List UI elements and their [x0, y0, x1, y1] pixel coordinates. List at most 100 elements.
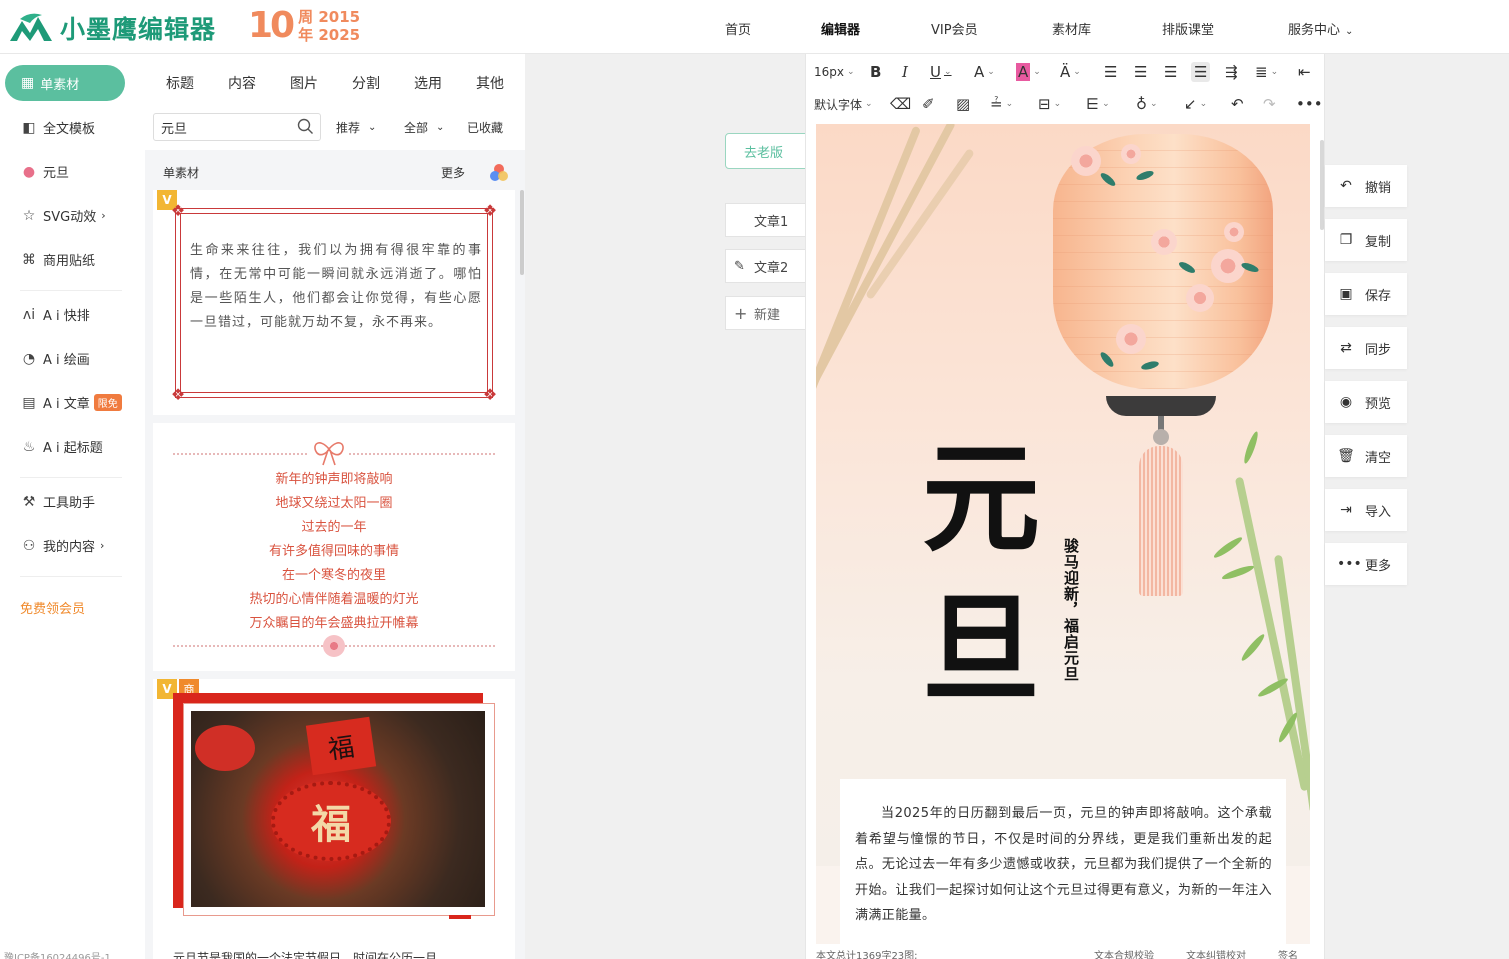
editor-status-bar: 本文总计1369字23图; 文本合规校验 文本纠错校对 签名: [806, 947, 1326, 959]
italic-icon[interactable]: I: [902, 62, 908, 82]
search-input[interactable]: 元旦: [153, 113, 321, 141]
underline-icon[interactable]: U ⌄: [930, 62, 952, 82]
align-justify-icon[interactable]: ☰: [1191, 62, 1211, 82]
save-button[interactable]: ▣ 保存: [1325, 273, 1407, 315]
tab-divider[interactable]: 分割: [352, 73, 380, 93]
font-color-icon[interactable]: A ⌄: [974, 62, 995, 82]
sidebar-item-yuandan[interactable]: ● 元旦: [20, 162, 69, 182]
arrow-icon[interactable]: ↙ ⌄: [1184, 94, 1207, 114]
align-left-icon[interactable]: ☰: [1104, 62, 1117, 82]
user-icon: ⚇: [22, 537, 36, 554]
anniversary-line-2: 年 2025: [298, 26, 361, 44]
sidebar-item-ai-draw[interactable]: ◔ A i 绘画: [20, 349, 90, 369]
more-icon: •••: [1337, 556, 1362, 572]
sidebar-item-ai-layout[interactable]: ʌi A i 快排: [20, 305, 90, 325]
filter-favorites[interactable]: 已收藏: [459, 113, 511, 141]
import-button[interactable]: ⇥ 导入: [1325, 489, 1407, 531]
align-center-icon[interactable]: ☰: [1134, 62, 1147, 82]
sidebar-item-svg[interactable]: ☆ SVG动效 ›: [20, 206, 106, 226]
eraser-icon[interactable]: ⌫: [890, 94, 911, 114]
panel-scrollbar[interactable]: [520, 190, 524, 275]
align-right-icon[interactable]: ☰: [1164, 62, 1177, 82]
compliance-check-link[interactable]: 文本合规校验: [1094, 947, 1154, 959]
icp-number[interactable]: 豫ICP备16024496号-1: [4, 949, 111, 959]
tab-title[interactable]: 标题: [166, 73, 194, 93]
clear-button[interactable]: 🗑 清空: [1325, 435, 1407, 477]
toolbar-row-2: 默认字体 ⌄ ⌫ ✐ ▨ ≟ ⌄ ⊟ ⌄ ⋿ ⌄ ♁ ⌄ ↙ ⌄ ↶ ↷ •••: [806, 88, 1326, 120]
nav-course[interactable]: 排版课堂: [1162, 19, 1214, 38]
bulb-icon[interactable]: ♁ ⌄: [1136, 94, 1158, 114]
top-navbar: 小墨鹰编辑器 10 周 2015 年 2025 首页 编辑器 VIP会员 素材库…: [0, 0, 1509, 54]
eagle-logo-icon: [10, 13, 52, 41]
tab-content[interactable]: 内容: [228, 73, 256, 93]
word-count: 本文总计1369字23图;: [816, 951, 918, 959]
tab-image[interactable]: 图片: [290, 73, 318, 93]
anniversary-number: 10: [248, 5, 295, 46]
more-button[interactable]: ••• 更多: [1325, 543, 1407, 585]
letter-spacing-icon[interactable]: Ä ⌄: [1060, 62, 1081, 82]
tab-other[interactable]: 其他: [476, 73, 504, 93]
undo-icon[interactable]: ↶: [1231, 94, 1244, 114]
new-article-button[interactable]: + 新建: [725, 296, 815, 330]
indent-icon[interactable]: ⇶: [1225, 62, 1238, 82]
copy-button[interactable]: ❐ 复制: [1325, 219, 1407, 261]
lantern-cap: [1106, 396, 1216, 416]
chevron-down-icon: ⌄: [865, 99, 873, 109]
lantern-illustration: 元旦 骏马迎新，福启元旦: [816, 124, 1310, 866]
redo-icon[interactable]: ↷: [1263, 94, 1276, 114]
nav-home[interactable]: 首页: [725, 19, 751, 38]
body-text-card[interactable]: 当2025年的日历翻到最后一页，元旦的钟声即将敲响。这个承载着希望与憧憬的节日，…: [840, 779, 1286, 944]
material-card[interactable]: 新年的钟声即将敲响 地球又绕过太阳一圈 过去的一年 有许多值得回味的事情 在一个…: [153, 423, 515, 671]
signature-select[interactable]: 签名: [1278, 947, 1298, 959]
chevron-down-icon: ⌄: [368, 121, 377, 133]
filter-all[interactable]: 全部 ⌄: [396, 113, 452, 141]
material-card[interactable]: V ❖ ❖ ❖ ❖ 生命来来往往，我们以为拥有得很牢靠的事情，在无常中可能一瞬间…: [153, 190, 515, 415]
filter-recommend[interactable]: 推荐 ⌄: [328, 113, 384, 141]
old-version-button[interactable]: 去老版: [725, 133, 815, 169]
more-icon[interactable]: •••: [1296, 94, 1323, 114]
line-height-icon[interactable]: ≣ ⌄: [1255, 62, 1278, 82]
free-vip-link[interactable]: 免费领会员: [20, 598, 85, 617]
undo-button[interactable]: ↶ 撤销: [1325, 165, 1407, 207]
more-link[interactable]: 更多: [441, 164, 465, 181]
sidebar-item-single-material[interactable]: ▦ 单素材: [5, 65, 125, 101]
editor-scrollbar[interactable]: [1320, 140, 1324, 230]
search-icon[interactable]: [297, 118, 314, 135]
article-tab-1[interactable]: 文章1: [725, 203, 815, 237]
format-brush-icon[interactable]: ✐: [922, 94, 935, 114]
corner-ornament-icon: ❖: [482, 201, 498, 220]
preview-button[interactable]: ◉ 预览: [1325, 381, 1407, 423]
font-size-select[interactable]: 16px ⌄: [814, 62, 855, 82]
editor-canvas[interactable]: 元旦 骏马迎新，福启元旦 当2025年的日历翻到最后一页，元旦的钟声即将敲响。这…: [816, 124, 1310, 944]
sidebar-item-tools[interactable]: ⚒ 工具助手: [20, 492, 95, 512]
margin-icon[interactable]: ⋿ ⌄: [1086, 94, 1110, 114]
color-dots-icon[interactable]: [488, 162, 510, 184]
nav-editor[interactable]: 编辑器: [821, 19, 860, 38]
highlight-color-icon[interactable]: A ⌄: [1016, 62, 1041, 82]
proofread-link[interactable]: 文本纠错校对: [1186, 947, 1246, 959]
teapot-image: [195, 725, 255, 771]
layout-icon: ◧: [22, 119, 36, 136]
sidebar-item-stickers[interactable]: ⌘ 商用贴纸: [20, 250, 95, 270]
nav-library[interactable]: 素材库: [1052, 19, 1091, 38]
tab-selected[interactable]: 选用: [414, 73, 442, 93]
sidebar-item-my-content[interactable]: ⚇ 我的内容 ›: [20, 536, 105, 556]
material-card[interactable]: V 商 福 福 元旦节是我国的一个法定节假日，时间在公历一月: [153, 679, 515, 959]
exit-icon[interactable]: ⇤: [1298, 62, 1311, 82]
paragraph-spacing-icon[interactable]: ≟ ⌄: [990, 94, 1013, 114]
sidebar-item-templates[interactable]: ◧ 全文模板: [20, 118, 95, 138]
poem-text: 新年的钟声即将敲响 地球又绕过太阳一圈 过去的一年 有许多值得回味的事情 在一个…: [249, 472, 419, 631]
sync-button[interactable]: ⇄ 同步: [1325, 327, 1407, 369]
image-icon[interactable]: ▨: [956, 94, 970, 114]
sidebar-item-ai-title[interactable]: ♨ A i 起标题: [20, 437, 103, 457]
logo[interactable]: 小墨鹰编辑器: [8, 10, 216, 46]
sidebar-divider: [20, 477, 122, 478]
font-family-select[interactable]: 默认字体 ⌄: [814, 94, 873, 114]
divider-icon[interactable]: ⊟ ⌄: [1038, 94, 1061, 114]
sidebar-item-ai-article[interactable]: ▤ A i 文章 限免: [20, 393, 122, 412]
blossom: [1186, 284, 1214, 312]
nav-vip[interactable]: VIP会员: [931, 19, 978, 38]
nav-service[interactable]: 服务中心 ⌄: [1288, 19, 1353, 38]
bold-icon[interactable]: B: [870, 62, 881, 82]
article-tab-2[interactable]: ✎ 文章2: [725, 249, 815, 283]
